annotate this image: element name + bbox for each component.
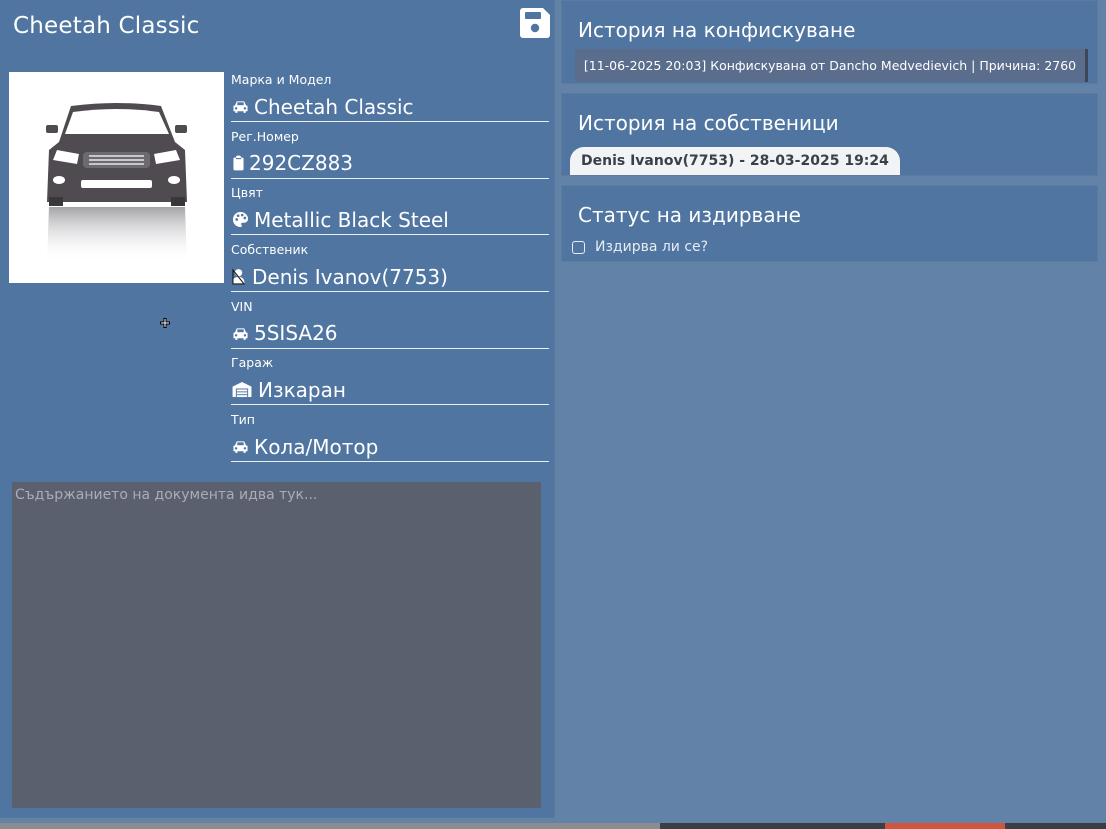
field-label: Тип	[231, 412, 255, 428]
background-strip-segment	[885, 823, 1005, 829]
car-icon	[231, 98, 249, 116]
wanted-status-card: Статус на издирване Издирва ли се?	[562, 186, 1097, 261]
field-value-text: 292CZ883	[249, 151, 354, 176]
vehicle-panel: Cheetah Classic Марка и Модел Cheetah Cl…	[0, 0, 554, 817]
field-value[interactable]: Изкаран	[231, 375, 549, 406]
wanted-status-title: Статус на издирване	[578, 203, 801, 227]
confiscation-entry[interactable]: [11-06-2025 20:03] Конфискувана от Danch…	[575, 49, 1088, 82]
car-icon	[231, 324, 249, 342]
field-value-text: 5SISA26	[254, 321, 338, 346]
background-strip	[0, 823, 1106, 829]
field-type: Тип Кола/Мотор	[231, 410, 549, 467]
vehicle-title: Cheetah Classic	[13, 13, 200, 39]
field-value-text: Metallic Black Steel	[254, 207, 449, 232]
field-label: Цвят	[231, 185, 263, 201]
field-label: Гараж	[231, 355, 274, 371]
field-value-text: Изкаран	[258, 377, 346, 402]
field-label: Собственик	[231, 242, 309, 258]
save-icon[interactable]	[519, 7, 551, 39]
palette-icon	[231, 211, 249, 229]
warehouse-icon	[231, 381, 253, 399]
wanted-checkbox-label[interactable]: Издирва ли се?	[595, 239, 708, 255]
move-cursor-icon	[160, 313, 170, 328]
field-value-text: Cheetah Classic	[254, 94, 414, 119]
field-owner: Собственик Denis Ivanov(7753)	[231, 240, 549, 297]
field-value[interactable]: Metallic Black Steel	[231, 205, 549, 236]
owner-history-entry[interactable]: Denis Ivanov(7753) - 28-03-2025 19:24	[570, 147, 900, 175]
owner-history-card: История на собственици Denis Ivanov(7753…	[562, 94, 1097, 175]
confiscation-history-card: История на конфискуване [11-06-2025 20:0…	[562, 1, 1097, 83]
car-icon	[231, 438, 249, 456]
field-value[interactable]: 292CZ883	[231, 149, 549, 179]
field-value[interactable]: Кола/Мотор	[231, 432, 549, 463]
vehicle-photo	[9, 72, 224, 283]
field-make-model: Марка и Модел Cheetah Classic	[231, 70, 549, 127]
field-value[interactable]: Cheetah Classic	[231, 92, 549, 122]
confiscation-history-title: История на конфискуване	[578, 18, 856, 42]
field-value[interactable]: 5SISA26	[231, 319, 549, 349]
user-icon	[231, 268, 246, 286]
field-value-text: Кола/Мотор	[254, 434, 379, 459]
background-strip-segment	[0, 823, 660, 829]
clipboard-icon	[231, 154, 245, 172]
field-garage: Гараж Изкаран	[231, 353, 549, 410]
field-label: VIN	[231, 298, 253, 314]
field-value[interactable]: Denis Ivanov(7753)	[231, 262, 549, 293]
field-label: Марка и Модел	[231, 72, 332, 87]
field-color: Цвят Metallic Black Steel	[231, 183, 549, 240]
field-plate: Рег.Номер 292CZ883	[231, 127, 549, 184]
document-content-textarea[interactable]	[12, 482, 541, 808]
wanted-row: Издирва ли се?	[572, 239, 708, 255]
owner-history-title: История на собственици	[578, 111, 839, 135]
vehicle-fields: Марка и Модел Cheetah Classic Рег.Номер …	[231, 70, 549, 467]
field-vin: VIN 5SISA26	[231, 297, 549, 354]
field-label: Рег.Номер	[231, 128, 299, 144]
wanted-checkbox[interactable]	[572, 240, 585, 254]
field-value-text: Denis Ivanov(7753)	[252, 264, 448, 289]
